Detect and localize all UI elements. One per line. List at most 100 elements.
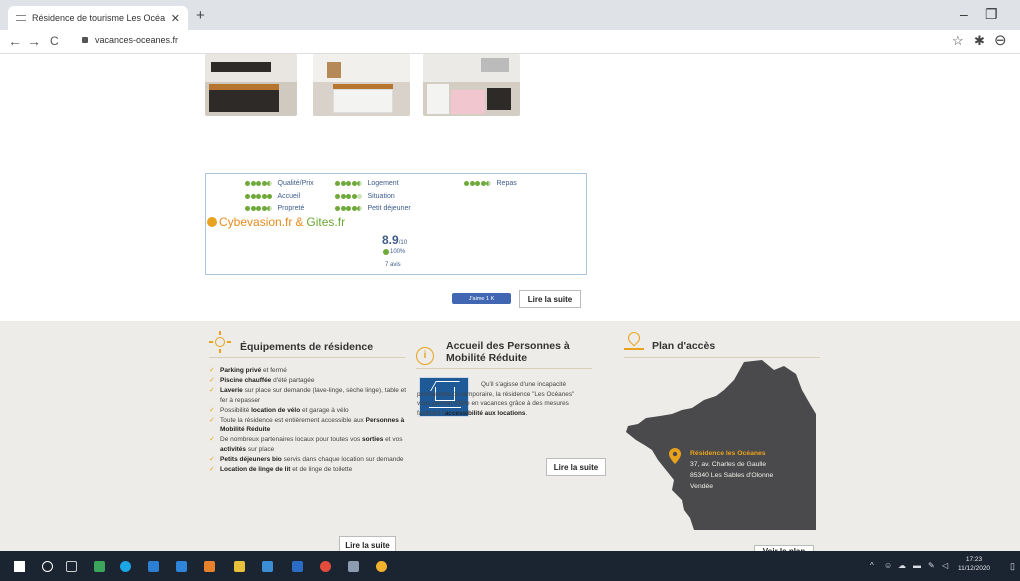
store-icon[interactable] bbox=[176, 561, 187, 572]
equipements-rule bbox=[209, 357, 405, 358]
list-item: ✓ Laverie sur place sur demande (lave-lin… bbox=[209, 387, 407, 404]
minimize-button[interactable]: – bbox=[960, 6, 968, 22]
rating-dots bbox=[464, 181, 492, 186]
region-map[interactable] bbox=[624, 360, 816, 530]
rating-dots bbox=[335, 206, 363, 211]
bookmark-star-icon[interactable]: ☆ bbox=[952, 33, 964, 49]
new-tab-button[interactable]: + bbox=[196, 7, 205, 24]
rating-label: Accueil bbox=[277, 193, 301, 200]
lock-icon bbox=[82, 37, 88, 43]
check-icon: ✓ bbox=[209, 377, 215, 385]
rating-dots bbox=[335, 194, 363, 199]
check-icon: ✓ bbox=[209, 436, 215, 444]
review-count[interactable]: 7 avis bbox=[385, 262, 401, 268]
taskbar: ^ ☺ ☁ ▬ ✎ ◁ ▯ bbox=[0, 551, 1020, 581]
rating-row: Petit déjeuner bbox=[335, 205, 411, 212]
tab-title: Résidence de tourisme Les Océa bbox=[32, 13, 166, 23]
forward-button[interactable]: → bbox=[27, 33, 41, 49]
review-brand: Cybevasion.fr & Gites.fr bbox=[207, 215, 345, 229]
rating-label: Qualité/Prix bbox=[277, 180, 314, 187]
rating-row: Situation bbox=[335, 193, 395, 200]
tray-icon-1[interactable]: ☺ bbox=[884, 561, 892, 570]
rating-dots bbox=[245, 206, 273, 211]
clock-time: 17:23 bbox=[965, 556, 983, 563]
cloud-icon[interactable]: ☁ bbox=[898, 561, 906, 570]
accueil-title: Accueil des Personnes à Mobilité Réduite bbox=[446, 340, 570, 364]
check-icon: ✓ bbox=[209, 387, 215, 395]
rating-row: Logement bbox=[335, 180, 399, 187]
rating-row: Accueil bbox=[245, 193, 300, 200]
equipements-title: Équipements de résidence bbox=[240, 341, 374, 353]
chrome-icon[interactable] bbox=[376, 561, 387, 572]
extensions-icon[interactable]: ✱ bbox=[974, 33, 985, 49]
read-more-button-accueil[interactable]: Lire la suite bbox=[546, 458, 606, 476]
profile-icon[interactable]: ⊖ bbox=[994, 31, 1007, 49]
list-item: ✓ Parking privé et fermé bbox=[209, 367, 287, 374]
rating-label: Situation bbox=[367, 193, 395, 200]
accueil-rule bbox=[416, 368, 592, 369]
clock-date: 11/12/2020 bbox=[958, 565, 991, 572]
tray-chevron-icon[interactable]: ^ bbox=[870, 561, 874, 570]
rating-dots bbox=[245, 194, 273, 199]
pen-icon[interactable]: ✎ bbox=[928, 561, 935, 570]
close-tab-icon[interactable]: ✕ bbox=[171, 12, 180, 25]
notifications-icon[interactable]: ▯ bbox=[1010, 561, 1015, 572]
app-icon-6[interactable] bbox=[320, 561, 331, 572]
app-icon-2[interactable] bbox=[148, 561, 159, 572]
sun-icon bbox=[209, 331, 231, 353]
brand-amp: & bbox=[295, 215, 304, 229]
read-more-button-top[interactable]: Lire la suite bbox=[519, 290, 581, 308]
network-icon[interactable]: ▬ bbox=[913, 561, 921, 570]
kitchen-photo-2[interactable] bbox=[313, 54, 410, 116]
thumb-icon bbox=[383, 249, 389, 255]
brand-gites: Gites.fr bbox=[306, 215, 346, 229]
search-icon[interactable] bbox=[42, 561, 53, 572]
url-field[interactable]: vacances-oceanes.fr bbox=[82, 35, 178, 45]
edge-icon[interactable] bbox=[120, 561, 131, 572]
app-icon-4[interactable] bbox=[262, 561, 273, 572]
check-icon: ✓ bbox=[209, 406, 215, 414]
app-icon-5[interactable] bbox=[292, 561, 303, 572]
address-bar-row: ← → C vacances-oceanes.fr ☆ ✱ ⊖ bbox=[0, 30, 1020, 54]
plan-rule bbox=[624, 357, 820, 358]
recommend-percent: 100% bbox=[383, 249, 405, 255]
reload-button[interactable]: C bbox=[50, 34, 59, 48]
rating-label: Repas bbox=[496, 180, 517, 187]
back-button[interactable]: ← bbox=[8, 33, 22, 49]
tab-bar: Résidence de tourisme Les Océa ✕ + – ❐ bbox=[0, 0, 1020, 30]
map-pin-icon bbox=[624, 329, 644, 352]
taskbar-clock[interactable]: 17:23 11/12/2020 bbox=[958, 555, 990, 573]
check-icon: ✓ bbox=[209, 466, 215, 474]
rating-dots bbox=[245, 181, 273, 186]
list-item: ✓ Possibilité location de vélo et garage … bbox=[209, 406, 349, 414]
list-item: ✓ De nombreux partenaires locaux pour tou… bbox=[209, 436, 403, 453]
rating-label: Logement bbox=[367, 180, 399, 187]
accueil-text: Qu'il s'agisse d'une incapacité permanen… bbox=[417, 381, 575, 417]
facebook-like-button[interactable]: J'aime 1 K bbox=[452, 293, 511, 304]
rating-row: Propreté bbox=[245, 205, 304, 212]
check-icon: ✓ bbox=[209, 367, 215, 374]
app-icon-3[interactable] bbox=[204, 561, 215, 572]
maximize-button[interactable]: ❐ bbox=[985, 6, 998, 23]
volume-icon[interactable]: ◁ bbox=[942, 561, 948, 570]
kitchen-photo-1[interactable] bbox=[205, 54, 297, 116]
info-icon: i bbox=[416, 347, 434, 365]
windows-start-icon[interactable] bbox=[14, 561, 25, 572]
plan-title: Plan d'accès bbox=[652, 340, 716, 352]
rating-label: Petit déjeuner bbox=[367, 205, 411, 212]
map-address: Résidence les Océanes 37, av. Charles de… bbox=[669, 448, 773, 492]
kitchen-photo-3[interactable] bbox=[423, 54, 520, 116]
app-icon-1[interactable] bbox=[94, 561, 105, 572]
list-item: ✓ Location de linge de lit et de linge de… bbox=[209, 466, 353, 474]
browser-tab[interactable]: Résidence de tourisme Les Océa ✕ bbox=[8, 6, 188, 30]
location-pin-icon bbox=[669, 448, 681, 464]
task-view-icon[interactable] bbox=[66, 561, 77, 572]
list-item: ✓ Petits déjeuners bio servis dans chaque… bbox=[209, 455, 404, 463]
check-icon: ✓ bbox=[209, 455, 215, 463]
file-explorer-icon[interactable] bbox=[234, 561, 245, 572]
favicon-icon bbox=[16, 15, 26, 21]
app-icon-7[interactable] bbox=[348, 561, 359, 572]
list-item: ✓ Piscine chauffée d'été partagée bbox=[209, 377, 315, 385]
rating-row: Repas bbox=[464, 180, 517, 187]
list-item: ✓ Toute la résidence est entièrement acce… bbox=[209, 417, 405, 434]
